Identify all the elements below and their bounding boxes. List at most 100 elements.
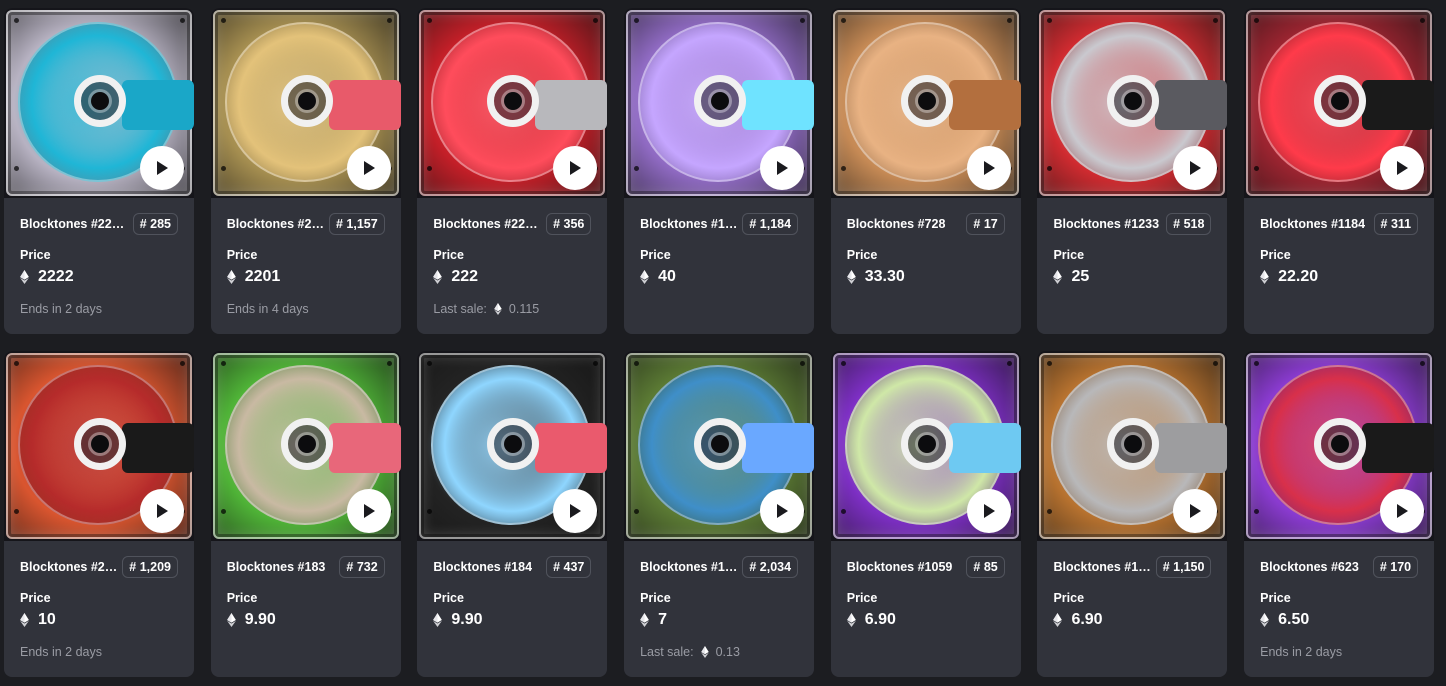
rank-badge: # 356 (546, 213, 592, 235)
nft-card[interactable]: Blocktones #17… # 1,184 Price 40 (624, 8, 815, 334)
last-sale: Last sale: 0.115 (433, 302, 591, 316)
nft-title[interactable]: Blocktones #623 (1260, 560, 1359, 574)
nft-artwork[interactable] (624, 351, 815, 541)
play-icon (568, 160, 582, 176)
play-button[interactable] (966, 146, 1011, 190)
nft-title[interactable]: Blocktones #184 (433, 560, 532, 574)
nft-card[interactable]: Blocktones #1… # 2,034 Price 7 Last sale: 0.1… (624, 351, 815, 677)
nft-card[interactable]: Blocktones #2… # 1,157 Price 2201 Ends in 4 … (210, 8, 401, 334)
title-row: Blocktones #1… # 2,034 (640, 556, 799, 578)
nft-artwork[interactable] (830, 8, 1021, 198)
nft-title[interactable]: Blocktones #728 (847, 217, 946, 231)
rank-badge: # 1,184 (742, 213, 799, 235)
nft-title[interactable]: Blocktones #2… (20, 560, 117, 574)
nft-card[interactable]: Blocktones #623 # 170 Price 6.50 Ends in 2 d… (1244, 351, 1435, 677)
play-icon (1395, 503, 1409, 519)
nft-card[interactable]: Blocktones #22… # 285 Price 2222 Ends in 2 d… (4, 8, 194, 334)
nft-title[interactable]: Blocktones #1… (1053, 560, 1150, 574)
nft-card[interactable]: Blocktones #22… # 356 Price 222 Last sale: 0.… (417, 8, 608, 334)
nft-title[interactable]: Blocktones #22… (20, 217, 124, 231)
nft-artwork[interactable] (830, 351, 1021, 541)
nft-artwork[interactable] (4, 8, 194, 198)
play-icon (362, 503, 376, 519)
nft-artwork[interactable] (624, 8, 815, 198)
nft-card[interactable]: Blocktones #183 # 732 Price 9.90 (210, 351, 401, 677)
disc-label (1155, 423, 1228, 473)
case-screw (840, 18, 846, 23)
nft-title[interactable]: Blocktones #1233 (1053, 217, 1159, 231)
nft-title[interactable]: Blocktones #2… (227, 217, 324, 231)
ends-in-text: Ends in 2 days (20, 645, 102, 659)
title-row: Blocktones #22… # 356 (433, 213, 592, 235)
nft-artwork[interactable] (417, 8, 608, 198)
card-info: Blocktones #184 # 437 Price 9.90 (417, 556, 607, 631)
nft-artwork[interactable] (1037, 351, 1228, 541)
nft-card[interactable]: Blocktones #1059 # 85 Price 6.90 (830, 351, 1021, 677)
nft-card[interactable]: Blocktones #1233 # 518 Price 25 (1037, 8, 1228, 334)
case-screw (14, 18, 19, 23)
nft-title[interactable]: Blocktones #17… (640, 217, 738, 231)
play-button[interactable] (1380, 146, 1425, 190)
price-label: Price (20, 248, 51, 262)
play-icon (155, 503, 169, 519)
nft-artwork[interactable] (210, 8, 401, 198)
play-button[interactable] (760, 489, 805, 533)
card-info: Blocktones #22… # 356 Price 222 Last sale: 0.… (417, 213, 607, 316)
play-button[interactable] (760, 146, 805, 190)
disc-hub (900, 418, 953, 470)
auction-ends: Ends in 2 days (20, 302, 178, 316)
disc-hub (74, 418, 126, 470)
nft-artwork[interactable] (417, 351, 608, 541)
nft-card[interactable]: Blocktones #2… # 1,209 Price 10 Ends in 2 da… (4, 351, 194, 677)
title-row: Blocktones #1233 # 518 (1053, 213, 1212, 235)
auction-ends: Ends in 4 days (227, 302, 385, 316)
price-label: Price (20, 591, 51, 605)
rank-badge: # 1,157 (328, 213, 385, 235)
nft-grid: Blocktones #22… # 285 Price 2222 Ends in 2 d… (4, 8, 1435, 677)
disc-label (1155, 80, 1228, 130)
card-info: Blocktones #1… # 1,150 Price 6.90 (1037, 556, 1227, 631)
disc-label (948, 80, 1021, 130)
ethereum-icon (1053, 270, 1063, 284)
ends-in-text: Ends in 2 days (1260, 645, 1343, 659)
price-value-row: 2201 (226, 266, 385, 288)
nft-card[interactable]: Blocktones #1184 # 311 Price 22.20 (1244, 8, 1435, 334)
play-button[interactable] (346, 489, 391, 533)
title-row: Blocktones #623 # 170 (1260, 556, 1419, 578)
play-button[interactable] (966, 489, 1011, 533)
case-screw (220, 361, 226, 366)
price-value-row: 40 (640, 266, 798, 288)
case-screw (14, 166, 19, 171)
nft-title[interactable]: Blocktones #183 (227, 560, 326, 574)
rank-badge: # 311 (1373, 213, 1419, 235)
play-button[interactable] (1380, 489, 1425, 533)
rank-badge: # 285 (132, 213, 178, 235)
title-row: Blocktones #2… # 1,157 (227, 213, 385, 235)
play-button[interactable] (346, 146, 391, 190)
case-screw (220, 509, 226, 514)
nft-title[interactable]: Blocktones #1059 (847, 560, 953, 574)
play-icon (982, 503, 996, 519)
price-value: 9.90 (451, 611, 483, 628)
nft-title[interactable]: Blocktones #1… (640, 560, 737, 574)
nft-card[interactable]: Blocktones #1… # 1,150 Price 6.90 (1037, 351, 1228, 677)
play-button[interactable] (140, 489, 184, 533)
rank-badge: # 170 (1372, 556, 1419, 578)
disc-label (535, 80, 608, 130)
ethereum-icon (433, 270, 443, 284)
nft-artwork[interactable] (1244, 351, 1435, 541)
card-info: Blocktones #1… # 2,034 Price 7 Last sale: 0.1… (624, 556, 814, 659)
nft-title[interactable]: Blocktones #1184 (1260, 217, 1365, 231)
nft-artwork[interactable] (1244, 8, 1435, 198)
nft-title[interactable]: Blocktones #22… (433, 217, 537, 231)
ethereum-icon (846, 270, 856, 284)
play-icon (775, 503, 789, 519)
price-value: 222 (451, 268, 479, 285)
nft-card[interactable]: Blocktones #728 # 17 Price 33.30 (830, 8, 1021, 334)
nft-artwork[interactable] (4, 351, 194, 541)
nft-card[interactable]: Blocktones #184 # 437 Price 9.90 (417, 351, 608, 677)
nft-artwork[interactable] (210, 351, 401, 541)
price-value-row: 6.50 (1260, 609, 1418, 631)
nft-artwork[interactable] (1037, 8, 1228, 198)
play-button[interactable] (140, 146, 184, 190)
